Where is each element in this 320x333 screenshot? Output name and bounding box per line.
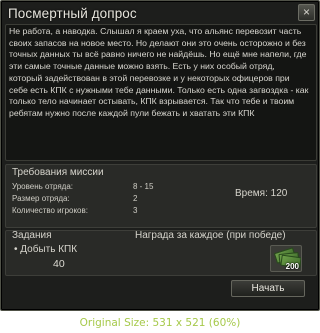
task-name: Добыть КПК	[20, 244, 78, 255]
money-bills-icon: 200	[270, 245, 302, 272]
close-icon: ×	[302, 5, 310, 19]
requirement-value-players: 3	[133, 206, 138, 215]
tasks-heading: Задания	[12, 230, 52, 241]
requirement-label-squad-size: Размер отряда:	[12, 194, 70, 203]
task-bullet-icon: •	[14, 244, 18, 255]
task-count: 40	[53, 258, 65, 270]
mission-requirements-panel: Требования миссии Уровень отряда: 8 - 15…	[5, 164, 317, 228]
requirement-label-players: Количество игроков:	[12, 206, 88, 215]
description-panel: Не работа, а наводка. Слышал я краем уха…	[5, 24, 317, 161]
original-size-caption: Original Size: 531 x 521 (60%)	[79, 317, 241, 329]
task-item: • Добыть КПК	[14, 244, 77, 255]
requirement-label-squad-level: Уровень отряда:	[12, 182, 74, 191]
close-button[interactable]: ×	[298, 4, 315, 21]
reward-heading: Награда за каждое (при победе)	[135, 230, 286, 241]
mission-time: Время: 120	[235, 188, 288, 199]
tasks-panel: Задания Награда за каждое (при победе) •…	[5, 230, 317, 276]
start-button[interactable]: Начать	[231, 280, 305, 297]
mission-dialog: Посмертный допрос × Не работа, а наводка…	[0, 0, 320, 311]
requirement-value-squad-size: 2	[133, 194, 138, 203]
mission-description: Не работа, а наводка. Слышал я краем уха…	[9, 26, 309, 118]
requirements-heading: Требования миссии	[12, 167, 104, 178]
dialog-title: Посмертный допрос	[8, 6, 137, 21]
requirement-value-squad-level: 8 - 15	[133, 182, 154, 191]
reward-amount: 200	[285, 262, 299, 271]
